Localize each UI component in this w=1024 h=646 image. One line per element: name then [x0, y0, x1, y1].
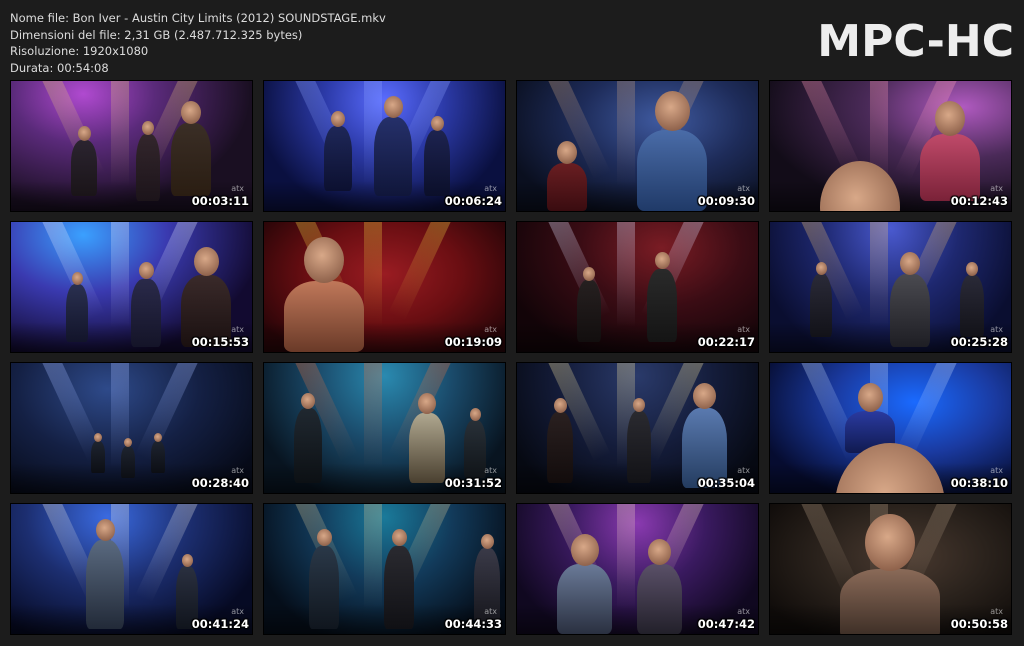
- thumbnail-timestamp: 00:15:53: [191, 335, 249, 349]
- file-size-label: Dimensioni del file: 2,31 GB (2.487.712.…: [10, 27, 303, 42]
- thumbnail-grid: atx 00:03:11 atx 00:06:24 atx 00:09:30 atx 00:1…: [10, 80, 1012, 635]
- duration-label: Durata: 00:54:08: [10, 60, 109, 75]
- channel-watermark: atx: [737, 325, 750, 334]
- channel-watermark: atx: [484, 184, 497, 193]
- thumbnail-timestamp: 00:22:17: [697, 335, 755, 349]
- video-thumbnail: atx 00:12:43: [769, 80, 1012, 212]
- thumbnail-timestamp: 00:50:58: [950, 617, 1008, 631]
- thumbnail-timestamp: 00:09:30: [697, 194, 755, 208]
- resolution-label: Risoluzione: 1920x1080: [10, 44, 149, 58]
- concert-frame-image: [11, 504, 252, 634]
- thumbnail-timestamp: 00:35:04: [697, 476, 755, 490]
- video-thumbnail: atx 00:22:17: [516, 221, 759, 353]
- concert-frame-image: [11, 363, 252, 493]
- channel-watermark: atx: [990, 325, 1003, 334]
- channel-watermark: atx: [231, 607, 244, 616]
- video-thumbnail: atx 00:19:09: [263, 221, 506, 353]
- thumbnail-timestamp: 00:28:40: [191, 476, 249, 490]
- channel-watermark: atx: [484, 607, 497, 616]
- channel-watermark: atx: [737, 607, 750, 616]
- channel-watermark: atx: [737, 184, 750, 193]
- video-thumbnail: atx 00:09:30: [516, 80, 759, 212]
- concert-frame-image: [264, 222, 505, 352]
- concert-frame-image: [517, 222, 758, 352]
- video-thumbnail: atx 00:15:53: [10, 221, 253, 353]
- channel-watermark: atx: [484, 325, 497, 334]
- video-thumbnail: atx 00:25:28: [769, 221, 1012, 353]
- video-thumbnail: atx 00:31:52: [263, 362, 506, 494]
- concert-frame-image: [770, 81, 1011, 211]
- thumbnail-timestamp: 00:31:52: [444, 476, 502, 490]
- thumbnail-timestamp: 00:03:11: [191, 194, 249, 208]
- concert-frame-image: [770, 504, 1011, 634]
- concert-frame-image: [517, 504, 758, 634]
- concert-frame-image: [264, 81, 505, 211]
- file-info-panel: Nome file: Bon Iver - Austin City Limits…: [10, 10, 386, 76]
- thumbnail-timestamp: 00:06:24: [444, 194, 502, 208]
- channel-watermark: atx: [737, 466, 750, 475]
- thumbnail-timestamp: 00:19:09: [444, 335, 502, 349]
- video-thumbnail: atx 00:06:24: [263, 80, 506, 212]
- mpc-hc-logo: MPC-HC: [817, 16, 1014, 67]
- concert-frame-image: [264, 363, 505, 493]
- thumbnail-timestamp: 00:44:33: [444, 617, 502, 631]
- thumbnail-timestamp: 00:47:42: [697, 617, 755, 631]
- thumbnail-timestamp: 00:38:10: [950, 476, 1008, 490]
- concert-frame-image: [770, 222, 1011, 352]
- concert-frame-image: [517, 363, 758, 493]
- channel-watermark: atx: [990, 466, 1003, 475]
- video-thumbnail: atx 00:03:11: [10, 80, 253, 212]
- video-thumbnail: atx 00:41:24: [10, 503, 253, 635]
- channel-watermark: atx: [231, 184, 244, 193]
- video-thumbnail: atx 00:38:10: [769, 362, 1012, 494]
- concert-frame-image: [770, 363, 1011, 493]
- thumbnail-timestamp: 00:41:24: [191, 617, 249, 631]
- video-thumbnail: atx 00:28:40: [10, 362, 253, 494]
- channel-watermark: atx: [484, 466, 497, 475]
- video-thumbnail: atx 00:35:04: [516, 362, 759, 494]
- channel-watermark: atx: [990, 184, 1003, 193]
- concert-frame-image: [11, 81, 252, 211]
- concert-frame-image: [264, 504, 505, 634]
- video-thumbnail: atx 00:44:33: [263, 503, 506, 635]
- channel-watermark: atx: [231, 325, 244, 334]
- concert-frame-image: [517, 81, 758, 211]
- concert-frame-image: [11, 222, 252, 352]
- thumbnail-timestamp: 00:12:43: [950, 194, 1008, 208]
- channel-watermark: atx: [231, 466, 244, 475]
- video-thumbnail: atx 00:47:42: [516, 503, 759, 635]
- thumbnail-timestamp: 00:25:28: [950, 335, 1008, 349]
- video-thumbnail: atx 00:50:58: [769, 503, 1012, 635]
- file-name-label: Nome file: Bon Iver - Austin City Limits…: [10, 11, 386, 25]
- channel-watermark: atx: [990, 607, 1003, 616]
